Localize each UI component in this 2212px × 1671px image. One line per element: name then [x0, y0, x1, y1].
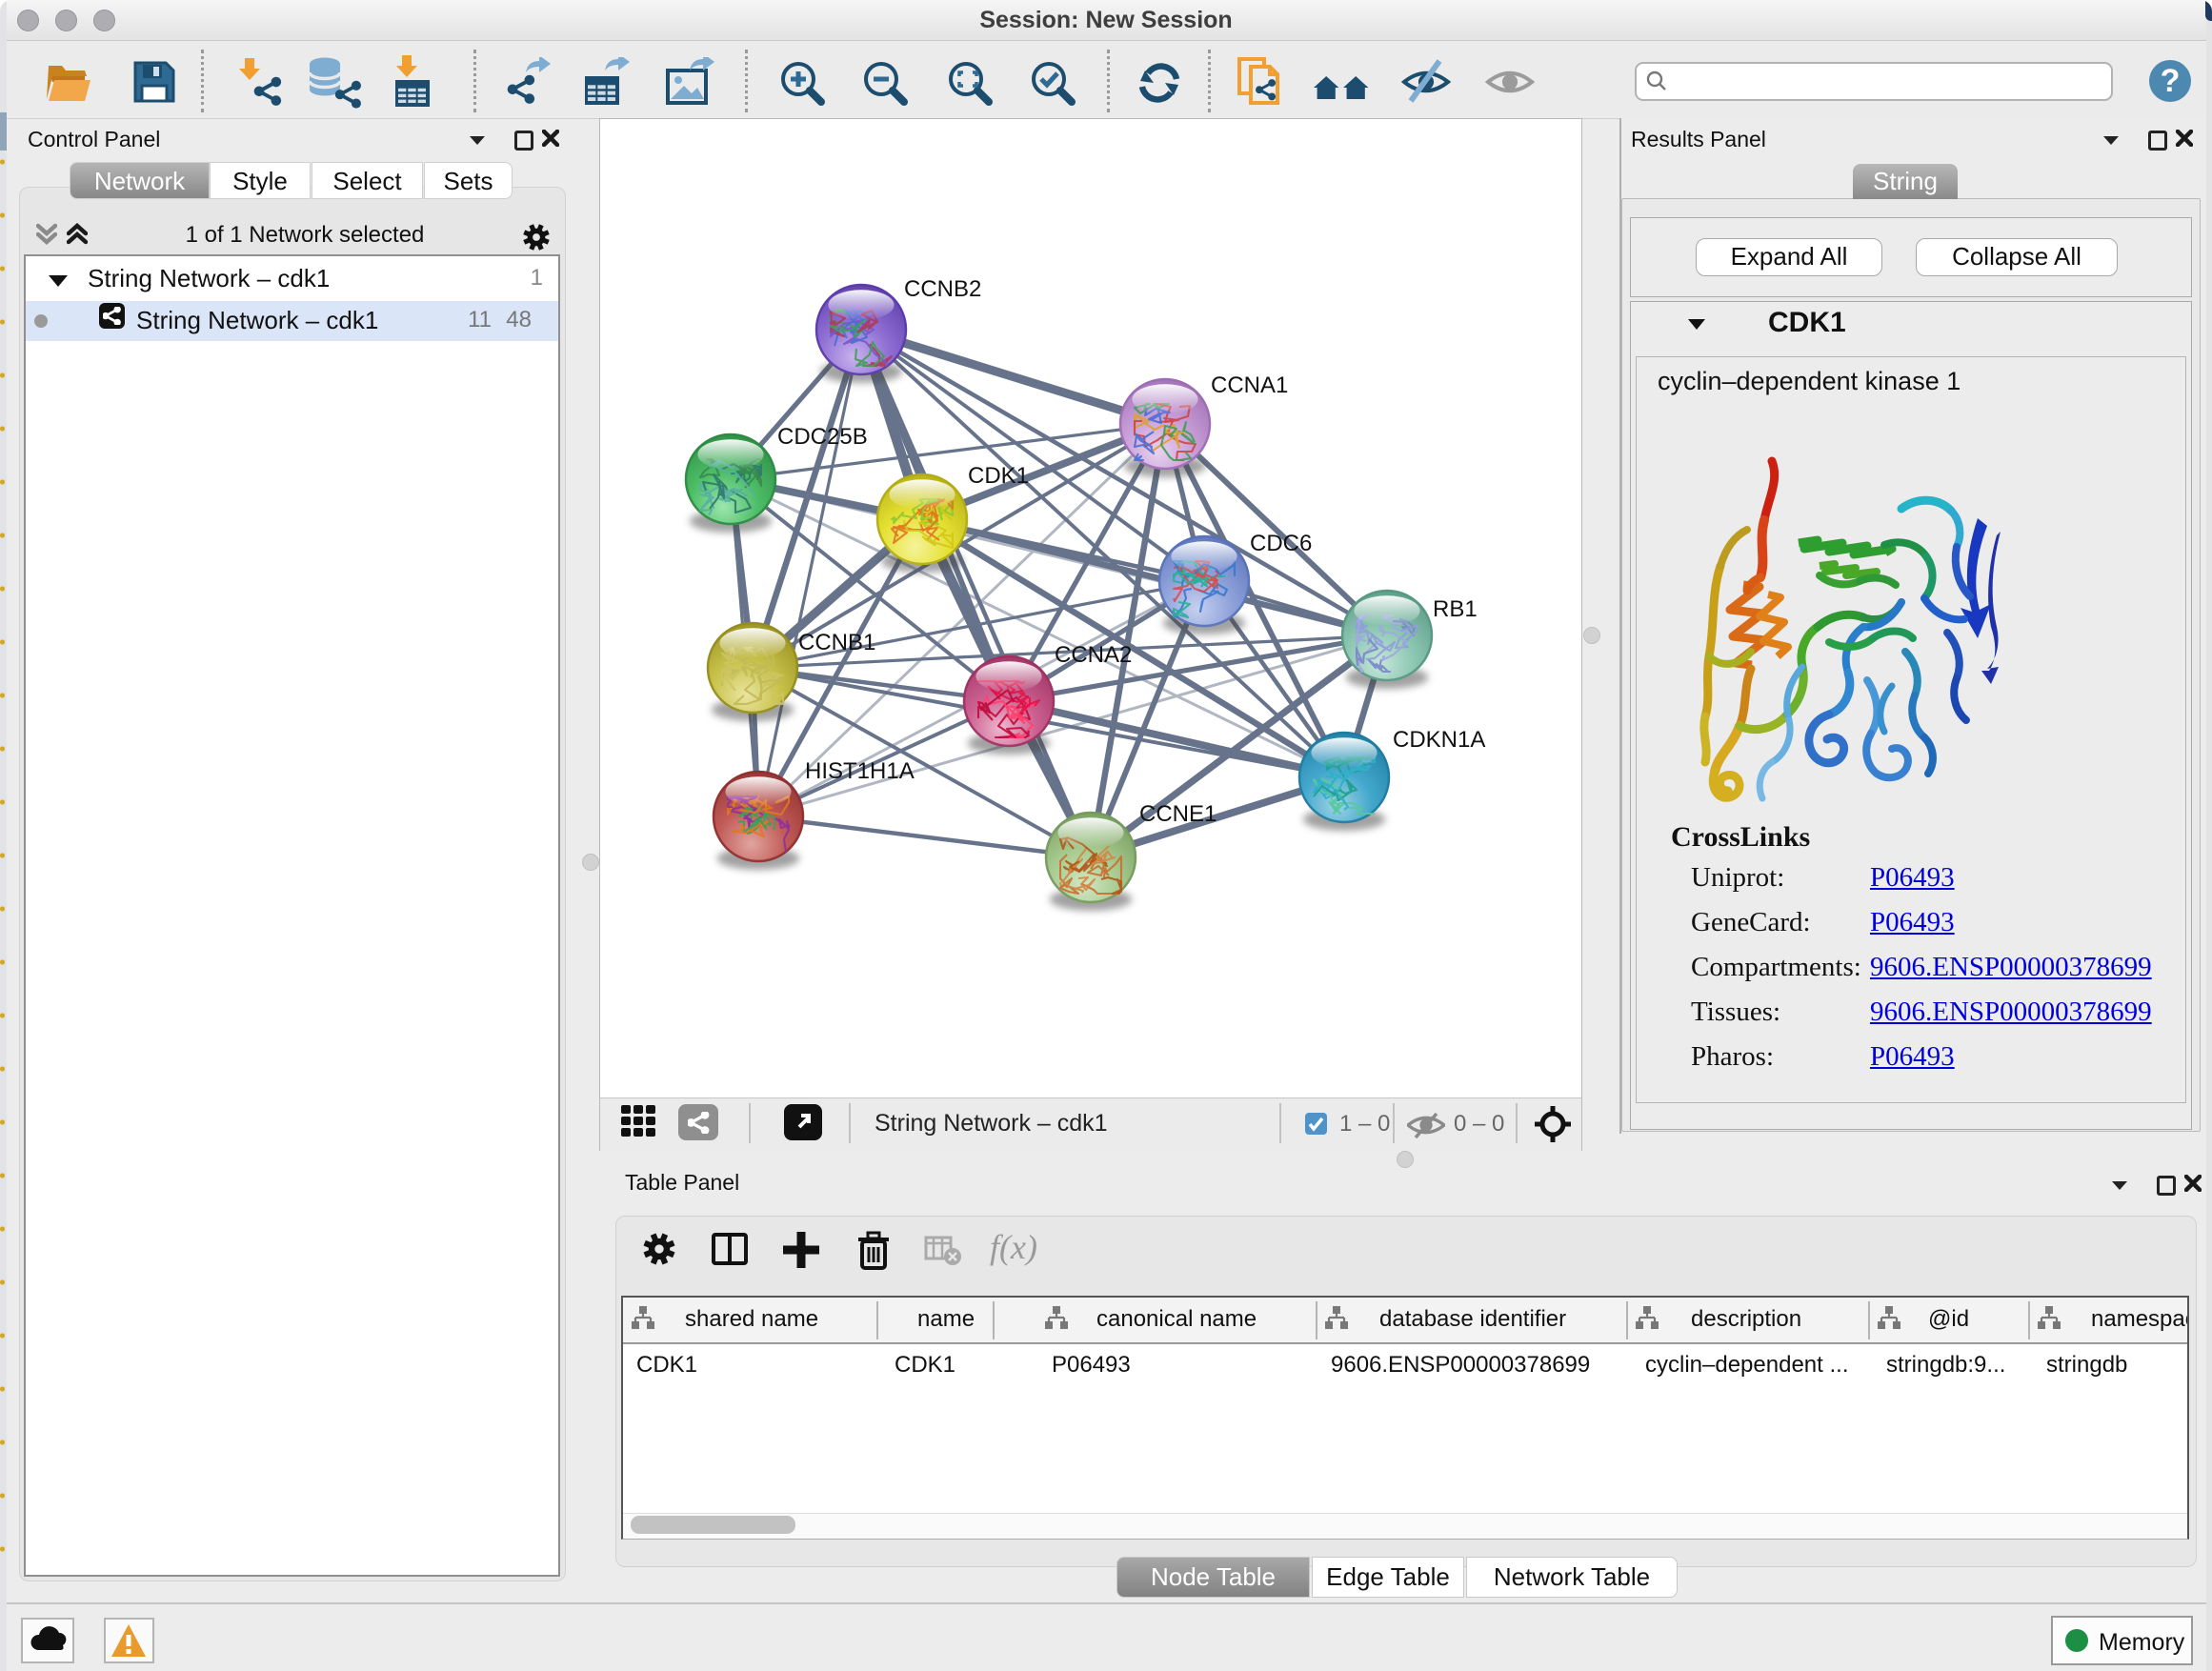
svg-text:RB1: RB1	[1433, 596, 1478, 622]
svg-text:CCNB2: CCNB2	[904, 276, 981, 302]
svg-text:HIST1H1A: HIST1H1A	[805, 758, 915, 784]
svg-text:CDKN1A: CDKN1A	[1393, 727, 1485, 753]
svg-text:CCNB1: CCNB1	[798, 630, 875, 655]
svg-text:CDC25B: CDC25B	[777, 424, 868, 450]
svg-text:CDK1: CDK1	[968, 463, 1029, 489]
svg-text:CCNE1: CCNE1	[1139, 801, 1217, 827]
svg-text:CCNA2: CCNA2	[1055, 642, 1132, 668]
svg-text:CDC6: CDC6	[1250, 531, 1312, 556]
svg-text:CCNA1: CCNA1	[1211, 372, 1288, 398]
